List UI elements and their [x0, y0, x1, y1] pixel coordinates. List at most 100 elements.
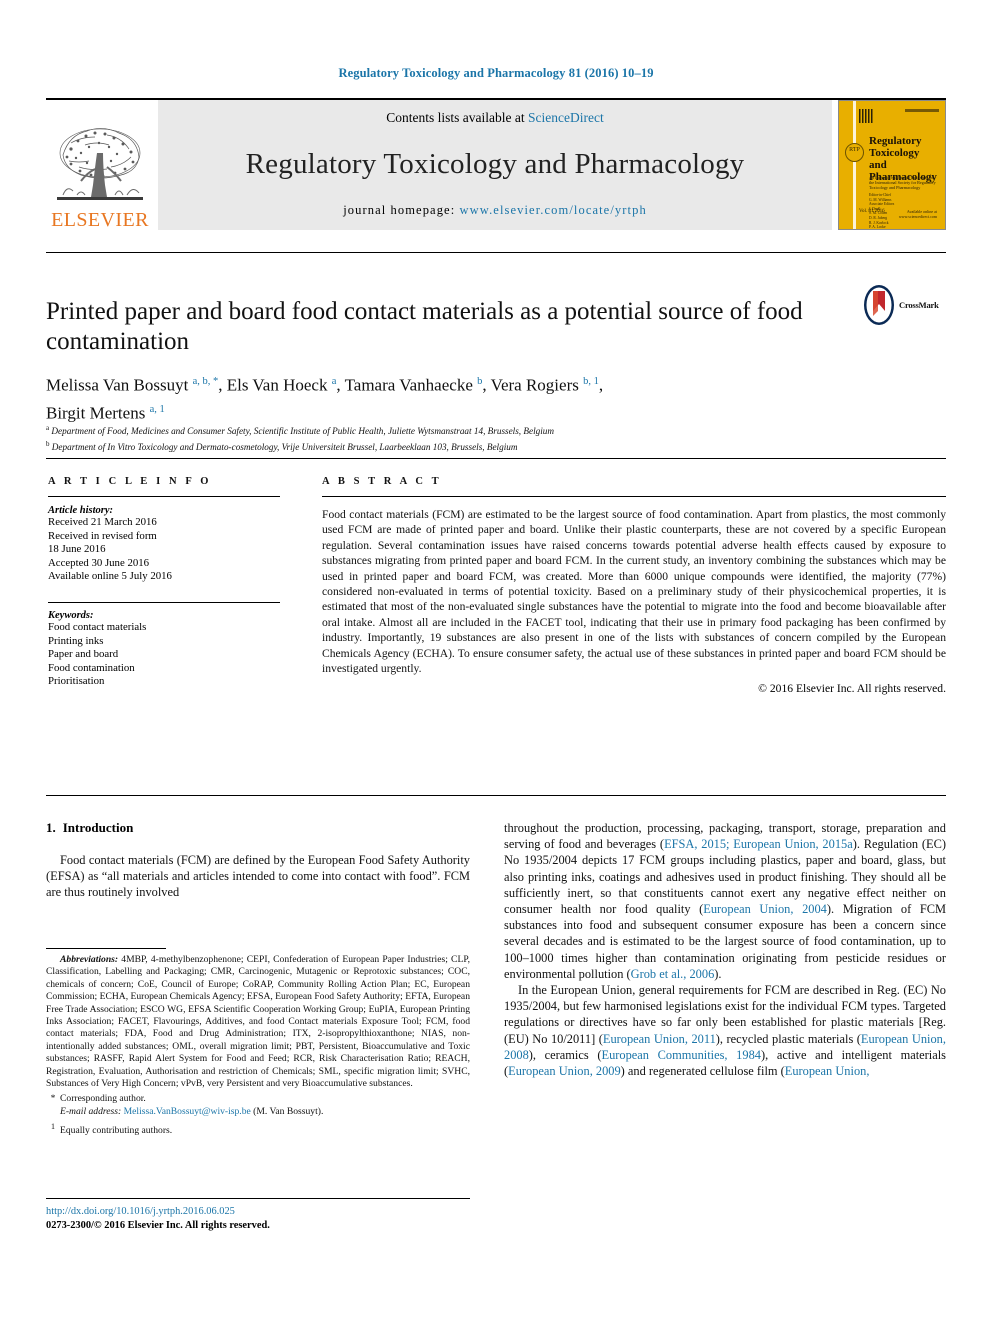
affiliation-b: b Department of In Vitro Toxicology and … — [46, 438, 846, 454]
article-history-list: Received 21 March 2016 Received in revis… — [48, 516, 280, 584]
keyword-item: Prioritisation — [48, 675, 105, 688]
abstract-column: A B S T R A C T Food contact materials (… — [322, 476, 946, 695]
corresponding-mark: * — [50, 1093, 56, 1105]
crossmark-icon — [864, 285, 894, 325]
footnote-block: Abbreviations: 4MBP, 4-methylbenzophenon… — [46, 954, 470, 1138]
history-item: 18 June 2016 — [48, 543, 106, 556]
history-item: Accepted 30 June 2016 — [48, 556, 150, 569]
section-title: Introduction — [62, 820, 134, 835]
cover-title-line-1: Regulatory — [869, 135, 922, 147]
footer-doi-block: http://dx.doi.org/10.1016/j.yrtph.2016.0… — [46, 1205, 470, 1233]
email-label: E-mail address: — [60, 1105, 122, 1117]
keywords-block: Keywords: Food contact materials Printin… — [48, 601, 280, 689]
citation-link[interactable]: Grob et al., 2006 — [631, 967, 715, 981]
cover-top-rule — [905, 109, 939, 112]
affiliation-a-text: Department of Food, Medicines and Consum… — [51, 426, 555, 437]
sciencedirect-link[interactable]: ScienceDirect — [528, 110, 604, 125]
issn-copyright: © 2016 Elsevier Inc. All rights reserved… — [93, 1220, 270, 1231]
contents-line: Contents lists available at ScienceDirec… — [386, 110, 603, 126]
rp2c: ), ceramics ( — [528, 1047, 602, 1062]
author-affil-mark: b — [477, 376, 483, 387]
cover-barcode-mark — [859, 109, 873, 123]
author-affil-mark: a — [331, 376, 337, 387]
body-left-column: 1. Introduction Food contact materials (F… — [46, 820, 470, 901]
citation-link[interactable]: European Union, 2011 — [603, 1032, 716, 1046]
elsevier-wordmark: ELSEVIER — [51, 209, 149, 231]
affil-mark-b: b — [46, 439, 50, 448]
cover-white-band — [853, 101, 856, 229]
citation-link[interactable]: European Communities, 1984 — [602, 1048, 761, 1062]
page-title: Printed paper and board food contact mat… — [46, 297, 803, 355]
email-link[interactable]: Melissa.VanBossuyt@wiv-isp.be — [124, 1106, 251, 1117]
cover-title-line-2: Toxicology and — [869, 147, 920, 171]
crossmark-badge[interactable]: CrossMark — [862, 282, 946, 328]
keyword-item: Food contamination — [48, 661, 135, 674]
equal-text: Equally contributing authors. — [60, 1125, 173, 1137]
abstract-heading: A B S T R A C T — [322, 476, 442, 487]
affiliations: a Department of Food, Medicines and Cons… — [46, 422, 846, 453]
article-info-rule — [48, 496, 280, 497]
citation-link[interactable]: European Union, — [785, 1064, 870, 1078]
citation-link[interactable]: EFSA, 2015; European Union, 2015a — [664, 837, 853, 851]
journal-title: Regulatory Toxicology and Pharmacology — [245, 148, 745, 180]
keywords-list: Food contact materials Printing inks Pap… — [48, 621, 280, 689]
keyword-item: Paper and board — [48, 648, 119, 661]
homepage-url-link[interactable]: www.elsevier.com/locate/yrtph — [460, 203, 647, 217]
info-band-top-divider — [46, 458, 946, 459]
rp2e: ) and regenerated cellulose film ( — [620, 1064, 785, 1079]
issn-copyright-line: 0273-2300/© 2016 Elsevier Inc. All right… — [46, 1219, 470, 1233]
keyword-item: Printing inks — [48, 634, 104, 647]
citation-link[interactable]: European Union, 2004 — [703, 902, 827, 916]
email-owner: (M. Van Bossuyt). — [253, 1105, 324, 1117]
intro-paragraph-right-1: throughout the production, processing, p… — [504, 820, 946, 982]
body-right-column: throughout the production, processing, p… — [504, 820, 946, 1079]
equal-contribution-note: 1 Equally contributing authors. — [46, 1121, 470, 1138]
homepage-line: journal homepage: www.elsevier.com/locat… — [343, 203, 647, 218]
rp2b: ), recycled plastic materials ( — [715, 1031, 861, 1046]
abstract-rule — [322, 496, 946, 497]
intro-paragraph-left: Food contact materials (FCM) are defined… — [46, 853, 470, 900]
cover-society-badge: RTP — [845, 143, 864, 162]
keyword-item: Food contact materials — [48, 620, 147, 633]
rp1d: ). — [714, 966, 722, 981]
equal-mark: 1 — [46, 1121, 60, 1138]
affil-mark-a: a — [46, 424, 50, 432]
affiliation-b-text: Department of In Vitro Toxicology and De… — [51, 441, 518, 452]
cover-subtitle: An International Journal Published for t… — [869, 175, 936, 190]
corresponding-text: Corresponding author. — [60, 1093, 146, 1105]
contents-prefix: Contents lists available at — [386, 110, 528, 125]
article-info-heading: A R T I C L E I N F O — [48, 476, 212, 487]
running-head: Regulatory Toxicology and Pharmacology 8… — [338, 66, 654, 80]
author-list: Melissa Van Bossuyt a, b, *, Els Van Hoe… — [46, 375, 604, 423]
abbreviations-note: Abbreviations: 4MBP, 4-methylbenzophenon… — [46, 954, 470, 1090]
crossmark-label: CrossMark — [899, 300, 939, 310]
history-item: Available online 5 July 2016 — [48, 570, 172, 583]
email-note: E-mail address: Melissa.VanBossuyt@wiv-i… — [60, 1106, 470, 1118]
keywords-rule — [48, 601, 280, 603]
history-item: Received in revised form — [48, 529, 157, 542]
corresponding-author-note: * Corresponding author. E-mail address: M… — [46, 1093, 470, 1118]
keywords-label: Keywords: — [48, 609, 94, 621]
equal-mark-sup: 1 — [51, 1122, 55, 1132]
abbreviations-text: 4MBP, 4-methylbenzophenone; CEPI, Confed… — [46, 954, 470, 1090]
cover-footer: Available online at www.sciencedirect.co… — [898, 209, 937, 219]
article-info-column: A R T I C L E I N F O Article history: R… — [48, 476, 280, 689]
paper-page: Regulatory Toxicology and Pharmacology 8… — [0, 0, 992, 1323]
masthead-center-panel: Contents lists available at ScienceDirec… — [158, 100, 832, 230]
section-heading-introduction: 1. Introduction — [46, 820, 470, 836]
affiliation-a: a Department of Food, Medicines and Cons… — [46, 422, 846, 438]
elsevier-tree-icon — [57, 128, 143, 200]
doi-divider — [46, 1198, 470, 1199]
article-history-label: Article history: — [48, 505, 114, 516]
abstract-text: Food contact materials (FCM) are estimat… — [322, 508, 946, 676]
intro-paragraph-right-2: In the European Union, general requireme… — [504, 982, 946, 1079]
issn-prefix: 0273-2300/ — [46, 1220, 94, 1231]
homepage-prefix: journal homepage: — [343, 203, 460, 217]
doi-link[interactable]: http://dx.doi.org/10.1016/j.yrtph.2016.0… — [46, 1205, 470, 1219]
title-divider — [46, 252, 946, 253]
journal-cover-thumbnail: RTP Regulatory Toxicology and Pharmacolo… — [838, 100, 946, 230]
footnote-divider — [46, 948, 166, 949]
citation-link[interactable]: European Union, 2009 — [508, 1064, 621, 1078]
author-affil-mark: a, 1 — [149, 403, 165, 415]
section-number: 1. — [46, 820, 56, 835]
